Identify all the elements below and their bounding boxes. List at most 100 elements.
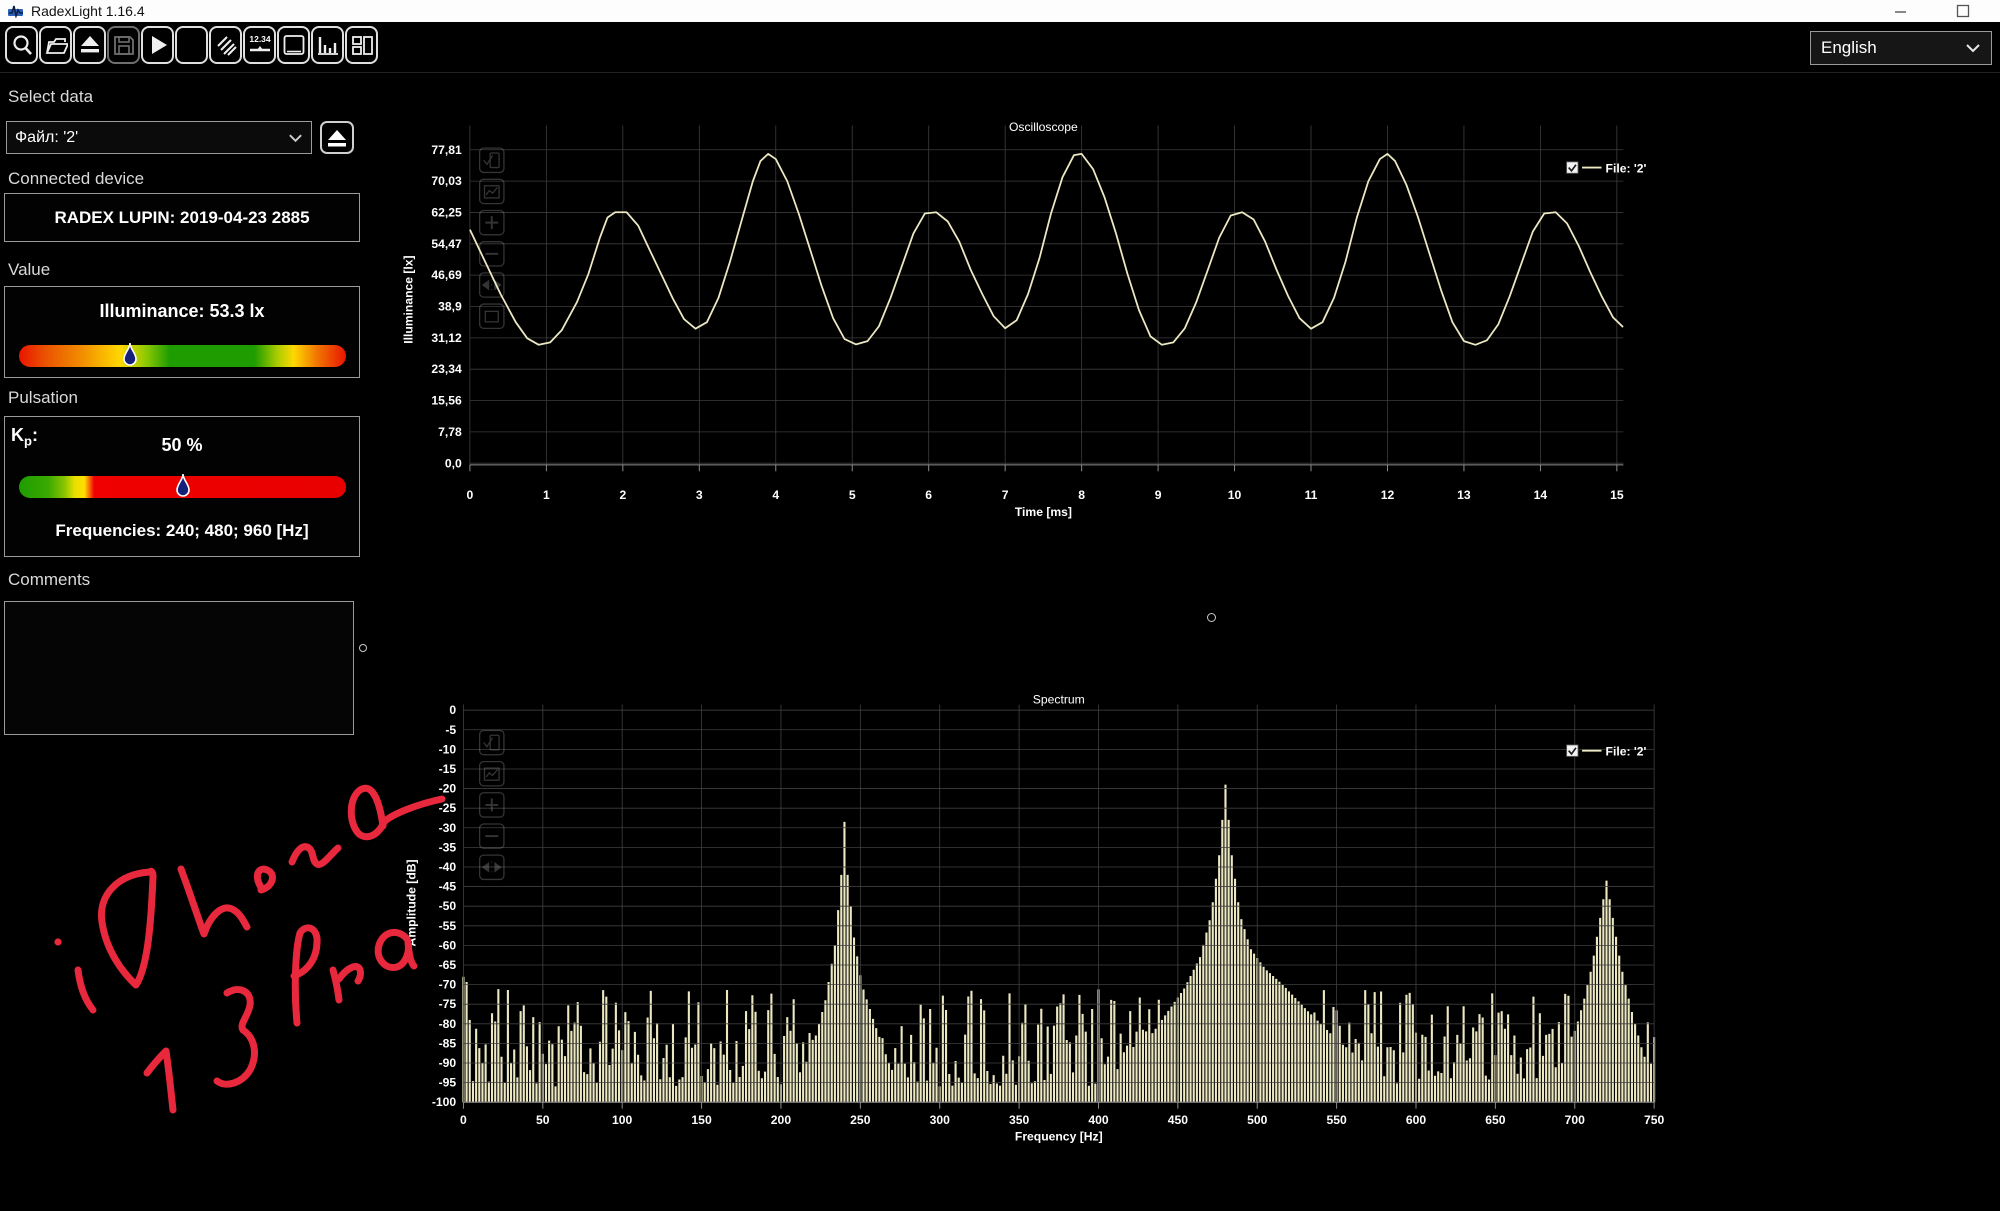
tick-labels: 0 1 2 3 4 5 6 7 8 9 10 11 12 13 14 150,07,7815,5623,343… <box>431 143 1623 502</box>
hatch-filter-button[interactable] <box>209 26 242 64</box>
svg-text:8: 8 <box>1078 488 1085 502</box>
comments-resize-handle[interactable] <box>359 644 367 652</box>
svg-text:46,69: 46,69 <box>431 268 462 282</box>
open-file-button[interactable] <box>39 26 72 64</box>
hatch-filter-icon <box>216 36 237 56</box>
legend-checkbox[interactable] <box>1566 161 1579 174</box>
value-label: Value <box>8 260 51 279</box>
image-tool-icon[interactable] <box>478 760 505 787</box>
legend-checkbox[interactable] <box>1566 744 1579 757</box>
illuminance-value: Illuminance: 53.3 lx <box>99 301 265 321</box>
value-display-icon: 12.34 <box>249 34 271 52</box>
waveform-series <box>469 152 1624 346</box>
maximize-icon <box>1956 4 1970 18</box>
svg-text:-20: -20 <box>439 782 457 796</box>
legend-label: File: '2' <box>1606 745 1647 759</box>
device-box: RADEX LUPIN: 2019-04-23 2885 <box>4 193 360 242</box>
play-icon <box>151 36 167 54</box>
svg-text:-35: -35 <box>439 840 457 854</box>
zoom-in-tool-icon[interactable] <box>478 209 505 236</box>
minimize-button[interactable] <box>1880 0 1920 22</box>
chart-tools <box>478 729 505 881</box>
svg-text:54,47: 54,47 <box>431 237 462 251</box>
zoom-in-tool-icon[interactable] <box>478 792 505 818</box>
waveform-mode-icon <box>180 33 204 57</box>
export-tool-icon[interactable] <box>478 303 505 329</box>
handwriting-13pro <box>143 924 418 1114</box>
grid <box>469 125 1624 465</box>
y-axis-label: Amplitude [dB] <box>405 859 419 946</box>
oscilloscope-chart[interactable]: Oscilloscope0 1 2 3 4 5 6 7 8 9 10 11 12 13 14 150,07,7… <box>380 78 2000 620</box>
image-tool-icon[interactable] <box>478 178 505 205</box>
waveform-mode-button[interactable] <box>175 26 208 64</box>
svg-text:-80: -80 <box>439 1017 457 1031</box>
value-display-button[interactable]: 12.34 <box>243 26 276 64</box>
pulsation-gauge <box>19 473 346 500</box>
svg-text:-100: -100 <box>432 1095 457 1109</box>
svg-text:0: 0 <box>460 1113 467 1127</box>
pulsation-box: Kp: 50 % Frequencies: 240; 480; 960 [Hz] <box>4 416 360 557</box>
svg-text:62,25: 62,25 <box>431 206 462 220</box>
checklist-tool-icon[interactable] <box>478 147 505 174</box>
x-axis-label: Frequency [Hz] <box>1015 1129 1103 1143</box>
illuminance-marker[interactable] <box>123 342 138 369</box>
svg-text:4: 4 <box>772 488 779 502</box>
svg-text:-15: -15 <box>439 762 457 776</box>
svg-text:12.34: 12.34 <box>249 34 271 44</box>
fit-tool-icon[interactable] <box>478 854 505 881</box>
toolbar: 12.34 <box>0 22 2000 73</box>
svg-text:2: 2 <box>619 488 626 502</box>
svg-text:-70: -70 <box>439 978 457 992</box>
zoom-search-button[interactable] <box>5 26 38 64</box>
svg-text:-30: -30 <box>439 821 457 835</box>
pulsation-marker[interactable] <box>175 473 190 500</box>
svg-text:6: 6 <box>925 488 932 502</box>
oscilloscope-view-button[interactable] <box>277 26 310 64</box>
svg-text:38,9: 38,9 <box>438 300 462 314</box>
file-select-dropdown[interactable]: Файл: '2' <box>6 121 312 154</box>
svg-text:500: 500 <box>1247 1113 1268 1127</box>
spectrum-bars <box>462 784 1656 1103</box>
svg-text:-85: -85 <box>439 1036 457 1050</box>
eject-button[interactable] <box>320 121 354 154</box>
svg-text:-50: -50 <box>439 899 457 913</box>
zoom-out-tool-icon[interactable] <box>478 241 505 267</box>
svg-text:15,56: 15,56 <box>431 394 462 408</box>
svg-text:50: 50 <box>536 1113 550 1127</box>
svg-text:600: 600 <box>1406 1113 1427 1127</box>
chart-tools <box>478 147 505 329</box>
value-box: Illuminance: 53.3 lx <box>4 286 360 378</box>
app-icon <box>8 5 23 18</box>
svg-text:-60: -60 <box>439 938 457 952</box>
svg-text:0,0: 0,0 <box>445 456 462 470</box>
spectrum-view-button[interactable] <box>311 26 344 64</box>
svg-text:70,03: 70,03 <box>431 174 462 188</box>
svg-text:400: 400 <box>1088 1113 1109 1127</box>
kp-value: 50 % <box>161 435 203 455</box>
spectrum-chart[interactable]: Spectrum 0 50 100 150 200 250 300 350 400 450 500 55… <box>380 620 2000 1211</box>
svg-text:150: 150 <box>691 1113 712 1127</box>
svg-text:23,34: 23,34 <box>431 362 462 376</box>
comments-input[interactable] <box>4 601 354 735</box>
select-data-label: Select data <box>8 87 94 106</box>
svg-text:-5: -5 <box>445 723 456 737</box>
svg-text:77,81: 77,81 <box>431 143 462 157</box>
svg-text:-90: -90 <box>439 1056 457 1070</box>
panel-layout-button[interactable] <box>345 26 378 64</box>
svg-text:13: 13 <box>1457 488 1471 502</box>
chevron-down-icon <box>1966 44 1980 53</box>
svg-text:-40: -40 <box>439 860 457 874</box>
svg-text:450: 450 <box>1168 1113 1189 1127</box>
svg-text:14: 14 <box>1534 488 1548 502</box>
frequencies-value: Frequencies: 240; 480; 960 [Hz] <box>55 521 309 540</box>
maximize-button[interactable] <box>1943 0 1983 22</box>
play-button[interactable] <box>141 26 174 64</box>
svg-text:200: 200 <box>771 1113 792 1127</box>
svg-text:700: 700 <box>1565 1113 1586 1127</box>
save-button[interactable] <box>107 26 140 64</box>
svg-text:-75: -75 <box>439 997 457 1011</box>
checklist-tool-icon[interactable] <box>478 729 505 756</box>
eject-device-button[interactable] <box>73 26 106 64</box>
language-select[interactable]: English <box>1810 31 1992 65</box>
svg-text:10: 10 <box>1228 488 1242 502</box>
